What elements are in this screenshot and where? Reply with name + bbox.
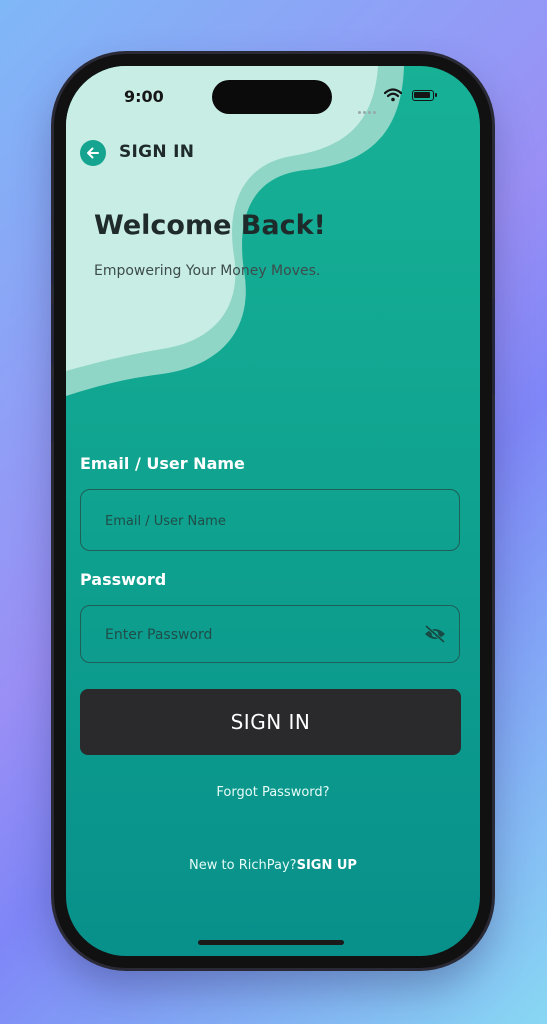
welcome-subtitle: Empowering Your Money Moves. [94, 263, 321, 279]
signup-prompt: New to RichPay? [189, 858, 297, 873]
welcome-heading: Welcome Back! [94, 210, 326, 241]
password-label: Password [80, 570, 167, 589]
mute-switch [51, 250, 54, 284]
home-indicator [198, 940, 344, 945]
eye-off-icon[interactable] [423, 624, 447, 644]
forgot-password-link[interactable]: Forgot Password? [66, 785, 480, 800]
back-button[interactable] [80, 140, 106, 166]
status-time: 9:00 [124, 87, 164, 106]
email-field[interactable] [103, 490, 407, 552]
arrow-left-icon [87, 147, 99, 159]
power-button [492, 298, 495, 394]
sign-up-link[interactable]: SIGN UP [297, 858, 357, 873]
battery-icon [412, 90, 437, 101]
wifi-icon [384, 88, 402, 102]
page-title: SIGN IN [119, 142, 195, 162]
password-field[interactable] [103, 606, 407, 664]
app-screen: 9:00 SIGN IN Welcome Back! Empowering Yo… [66, 66, 480, 956]
signup-row: New to RichPay?SIGN UP [66, 858, 480, 873]
email-label: Email / User Name [80, 454, 245, 473]
volume-up-button [51, 304, 54, 366]
email-field-container [80, 489, 460, 552]
volume-down-button [51, 380, 54, 442]
sign-in-button[interactable]: SIGN IN [80, 689, 461, 755]
signal-icon [358, 99, 378, 114]
phone-frame: 9:00 SIGN IN Welcome Back! Empowering Yo… [51, 54, 495, 968]
password-field-container [80, 605, 460, 664]
status-bar: 9:00 [66, 66, 480, 126]
dynamic-island [212, 80, 332, 114]
